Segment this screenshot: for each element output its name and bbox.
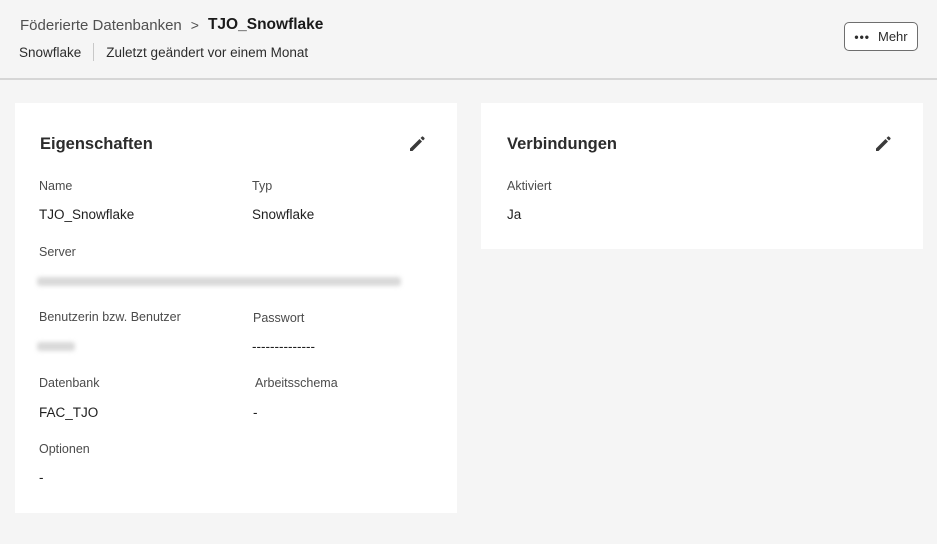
edit-properties-button[interactable] <box>406 133 428 155</box>
more-button-label: Mehr <box>877 29 908 44</box>
activated-value: Ja <box>507 207 522 222</box>
edit-connections-button[interactable] <box>872 133 894 155</box>
last-modified-text: Zuletzt geändert vor einem Monat <box>106 44 309 60</box>
page-subtitle: Snowflake Zuletzt geändert vor einem Mon… <box>19 43 308 61</box>
connections-title: Verbindungen <box>507 135 618 153</box>
database-label: Datenbank <box>39 376 100 390</box>
pencil-icon <box>876 136 891 151</box>
name-value: TJO_Snowflake <box>39 207 135 222</box>
server-label: Server <box>39 245 76 259</box>
subtitle-divider <box>93 43 95 61</box>
database-value: FAC_TJO <box>39 405 99 420</box>
options-value: - <box>39 470 44 485</box>
password-label: Passwort <box>253 311 305 325</box>
page-header: Föderierte Datenbanken > TJO_Snowflake S… <box>0 0 937 80</box>
properties-title: Eigenschaften <box>40 135 153 153</box>
breadcrumb-separator: > <box>190 17 199 33</box>
more-dots-icon: ••• <box>854 29 870 44</box>
activated-label: Aktiviert <box>507 179 552 193</box>
page-title: TJO_Snowflake <box>207 16 324 33</box>
breadcrumb: Föderierte Datenbanken > TJO_Snowflake <box>20 16 323 34</box>
password-value: -------------- <box>252 339 315 354</box>
user-value-redacted <box>37 342 75 351</box>
options-label: Optionen <box>39 442 90 456</box>
properties-card: Eigenschaften Name TJO_Snowflake Typ Sno… <box>15 103 457 513</box>
schema-label: Arbeitsschema <box>255 376 338 390</box>
server-value-redacted <box>37 277 401 286</box>
schema-value: - <box>253 405 258 420</box>
pencil-icon <box>410 136 425 151</box>
type-value: Snowflake <box>252 207 315 222</box>
user-label: Benutzerin bzw. Benutzer <box>39 310 181 324</box>
type-label: Typ <box>252 179 273 193</box>
name-label: Name <box>39 179 73 193</box>
db-type-label: Snowflake <box>19 44 82 60</box>
more-button[interactable]: ••• Mehr <box>844 22 918 51</box>
connections-card: Verbindungen Aktiviert Ja <box>481 103 923 249</box>
breadcrumb-parent-link[interactable]: Föderierte Datenbanken <box>20 17 182 34</box>
